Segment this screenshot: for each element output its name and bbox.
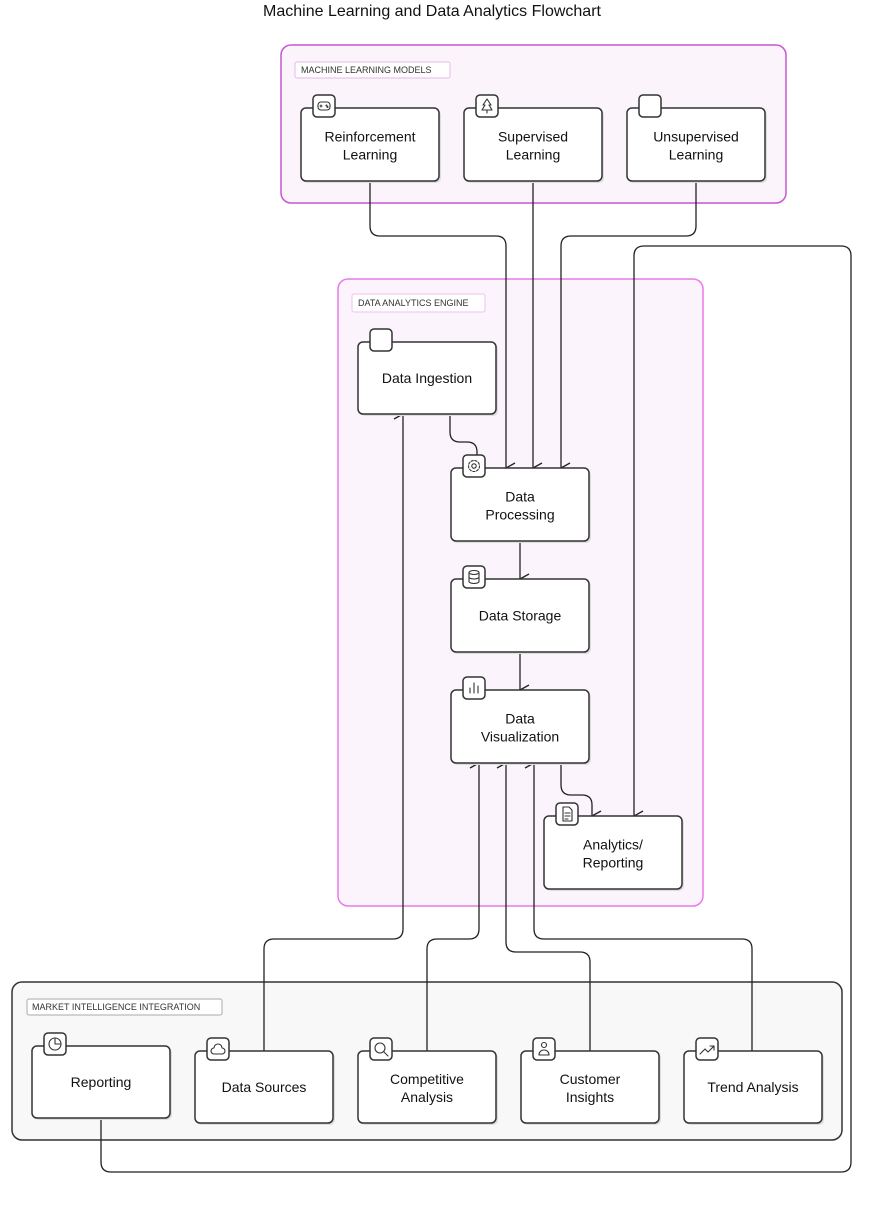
node-box xyxy=(626,107,766,182)
node-box xyxy=(300,107,440,182)
node-processing[interactable]: Data Processing xyxy=(450,454,591,543)
search-icon xyxy=(369,1037,393,1061)
node-box xyxy=(357,1050,497,1124)
flowchart: Machine Learning and Data Analytics Flow… xyxy=(11,3,852,1173)
bar-chart-icon xyxy=(462,676,486,700)
node-ingestion[interactable]: Data Ingestion xyxy=(357,328,498,416)
node-sources[interactable]: Data Sources xyxy=(194,1037,335,1125)
gear-icon xyxy=(462,454,486,478)
node-label: Data Ingestion xyxy=(382,370,472,386)
node-box xyxy=(450,689,590,764)
node-box xyxy=(543,815,683,890)
node-customer[interactable]: Customer Insights xyxy=(520,1037,661,1125)
node-label: Data Sources xyxy=(222,1079,307,1095)
group-label: MACHINE LEARNING MODELS xyxy=(301,65,432,75)
diagram-title: Machine Learning and Data Analytics Flow… xyxy=(263,3,602,20)
node-box xyxy=(463,107,603,182)
node-visualization[interactable]: Data Visualization xyxy=(450,676,591,765)
node-reinforcement[interactable]: Reinforcement Learning xyxy=(300,94,441,183)
database-icon xyxy=(462,565,486,589)
node-label: Trend Analysis xyxy=(707,1079,798,1095)
node-storage[interactable]: Data Storage xyxy=(450,565,591,654)
group-label: DATA ANALYTICS ENGINE xyxy=(358,298,469,308)
group-label: MARKET INTELLIGENCE INTEGRATION xyxy=(32,1002,200,1012)
node-box xyxy=(520,1050,660,1124)
document-icon xyxy=(555,802,579,826)
tree-icon xyxy=(475,94,499,118)
trending-up-icon xyxy=(695,1037,719,1061)
node-trend[interactable]: Trend Analysis xyxy=(683,1037,824,1125)
gamepad-icon xyxy=(312,94,336,118)
node-supervised[interactable]: Supervised Learning xyxy=(463,94,604,183)
pie-chart-icon xyxy=(43,1032,67,1056)
node-reporting[interactable]: Reporting xyxy=(31,1032,172,1120)
blank-icon xyxy=(638,94,662,118)
node-competitive[interactable]: Competitive Analysis xyxy=(357,1037,498,1125)
node-analytics[interactable]: Analytics/Reporting xyxy=(543,802,684,891)
blank-icon xyxy=(369,328,393,352)
node-unsupervised[interactable]: Unsupervised Learning xyxy=(626,94,767,183)
node-label: Reporting xyxy=(71,1074,132,1090)
cloud-icon xyxy=(206,1037,230,1061)
user-icon xyxy=(532,1037,556,1061)
node-box xyxy=(450,467,590,542)
node-label: Data Storage xyxy=(479,608,562,624)
